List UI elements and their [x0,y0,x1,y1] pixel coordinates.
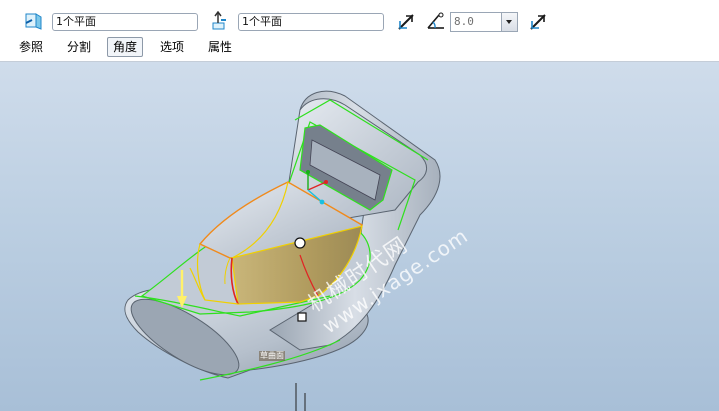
graphics-viewport[interactable]: 草曲面 机械时代网 www.jxage.com [0,62,719,411]
drag-handle-circle[interactable] [294,237,306,249]
draft-surface-icon[interactable] [24,11,44,31]
dashboard-toolbar: 1个平面 1个平面 8.0 参照 分割 角度 选项 属性 [0,0,719,62]
draft-angle-icon [427,12,444,29]
pull-direction-collector[interactable]: 1个平面 [238,13,384,31]
draft-angle-combo[interactable]: 8.0 [450,12,518,32]
view-axis-marker [295,383,306,411]
tab-references[interactable]: 参照 [19,38,43,56]
tab-properties[interactable]: 属性 [208,38,232,56]
pull-direction-icon[interactable] [210,11,230,31]
draft-angle-value[interactable]: 8.0 [454,15,474,28]
flip-angle-icon[interactable] [528,12,548,32]
draft-surface-collector[interactable]: 1个平面 [52,13,198,31]
cad-model[interactable] [0,62,719,411]
flip-direction-icon[interactable] [396,12,416,32]
tab-angle[interactable]: 角度 [107,37,144,57]
tab-split[interactable]: 分割 [67,38,91,56]
drag-handle-square[interactable] [297,312,307,322]
tab-options[interactable]: 选项 [160,38,184,56]
feature-label: 草曲面 [259,351,285,361]
chevron-down-icon[interactable] [501,13,517,31]
